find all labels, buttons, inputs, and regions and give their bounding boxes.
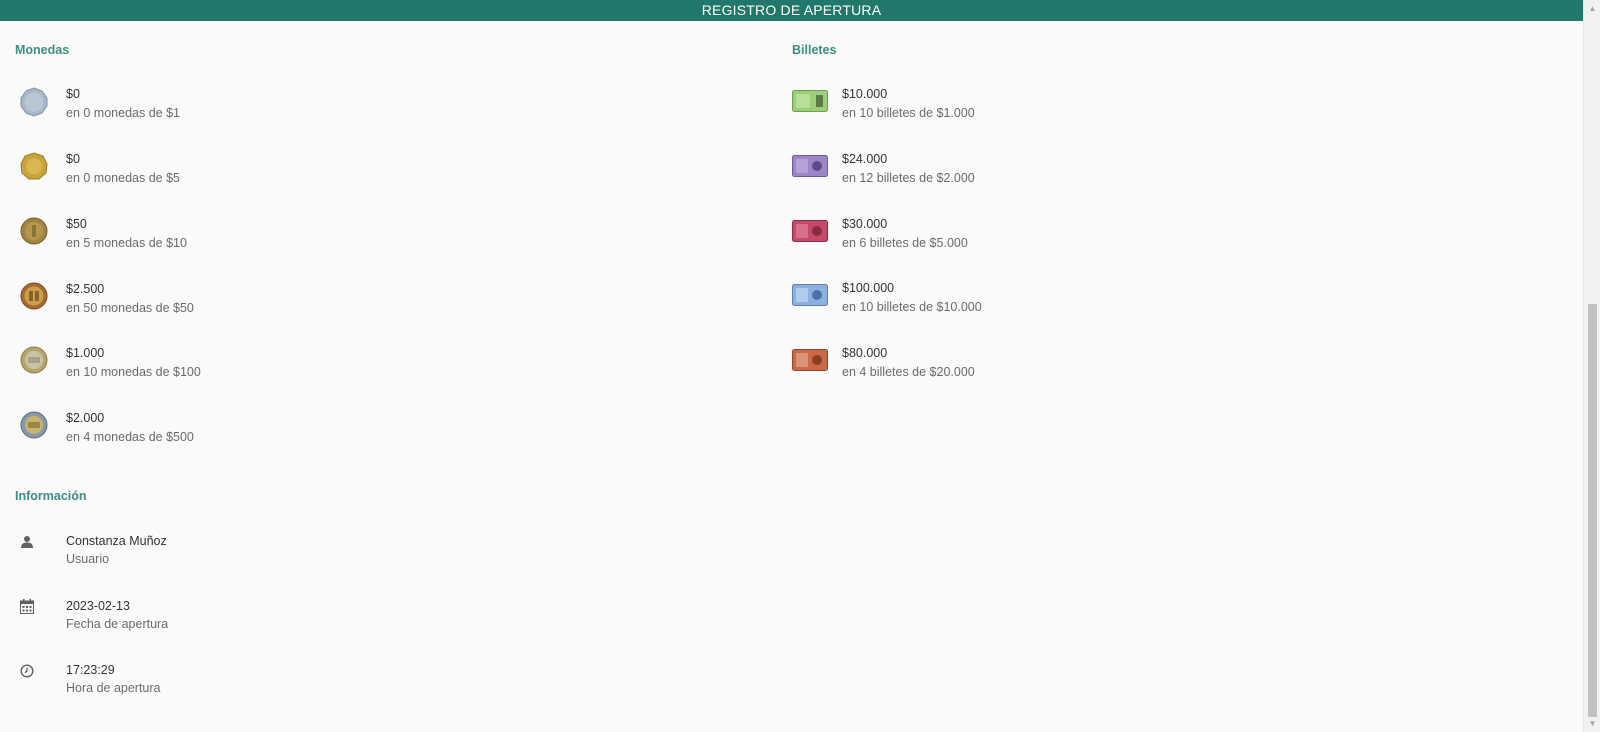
list-item-bill-10000: $100.000 en 10 billetes de $10.000 [792, 281, 1192, 327]
app-window: REGISTRO DE APERTURA Monedas $0 en 0 mon… [0, 0, 1600, 732]
coin-5-amount: $0 [66, 152, 80, 166]
scrollbar-thumb[interactable] [1588, 304, 1597, 717]
bill-5000-detail: en 6 billetes de $5.000 [842, 236, 968, 250]
bill-2000-detail: en 12 billetes de $2.000 [842, 171, 975, 185]
coin-500-amount: $2.000 [66, 411, 105, 425]
coin-5-detail: en 0 monedas de $5 [66, 171, 180, 185]
bill-1000-icon [792, 90, 828, 112]
bill-1000-amount: $10.000 [842, 87, 888, 101]
monedas-title: Monedas [15, 43, 70, 57]
coin-1-amount: $0 [66, 87, 80, 101]
coin-100-amount: $1.000 [66, 346, 105, 360]
coin-10-icon [20, 217, 48, 245]
bill-5000-amount: $30.000 [842, 217, 888, 231]
bill-10000-amount: $100.000 [842, 281, 895, 295]
fecha-value: 2023-02-13 [66, 599, 130, 613]
coin-5-icon [20, 152, 48, 180]
bill-10000-detail: en 10 billetes de $10.000 [842, 300, 982, 314]
info-item-hora: 17:23:29 Hora de apertura [20, 663, 420, 709]
list-item-coin-50: $2.500 en 50 monedas de $50 [20, 282, 420, 328]
usuario-label: Usuario [66, 552, 110, 566]
coin-100-icon [20, 346, 48, 374]
scroll-down-icon[interactable]: ▼ [1584, 715, 1600, 732]
coin-50-amount: $2.500 [66, 282, 105, 296]
list-item-coin-5: $0 en 0 monedas de $5 [20, 152, 420, 198]
bill-2000-amount: $24.000 [842, 152, 888, 166]
user-icon [21, 536, 33, 548]
coin-50-icon [20, 282, 48, 310]
list-item-coin-500: $2.000 en 4 monedas de $500 [20, 411, 420, 457]
coin-100-detail: en 10 monedas de $100 [66, 365, 201, 379]
scroll-up-icon[interactable]: ▲ [1584, 0, 1600, 17]
usuario-value: Constanza Muñoz [66, 534, 167, 548]
calendar-icon [20, 599, 34, 614]
info-item-usuario: Constanza Muñoz Usuario [20, 534, 420, 580]
vertical-scrollbar[interactable]: ▲ ▼ [1583, 0, 1600, 732]
coin-1-icon [20, 87, 48, 117]
page-title: REGISTRO DE APERTURA [0, 0, 1583, 21]
hora-label: Hora de apertura [66, 681, 161, 695]
coin-50-detail: en 50 monedas de $50 [66, 301, 194, 315]
list-item-bill-2000: $24.000 en 12 billetes de $2.000 [792, 152, 1192, 198]
list-item-coin-1: $0 en 0 monedas de $1 [20, 87, 420, 133]
info-item-fecha: 2023-02-13 Fecha de apertura [20, 599, 420, 645]
coin-500-icon [20, 411, 48, 439]
bill-1000-detail: en 10 billetes de $1.000 [842, 106, 975, 120]
fecha-label: Fecha de apertura [66, 617, 169, 631]
billetes-title: Billetes [792, 43, 837, 57]
bill-5000-icon [792, 220, 828, 242]
bill-20000-icon [792, 349, 828, 371]
list-item-coin-10: $50 en 5 monedas de $10 [20, 217, 420, 263]
coin-10-detail: en 5 monedas de $10 [66, 236, 187, 250]
hora-value: 17:23:29 [66, 663, 115, 677]
main-content: REGISTRO DE APERTURA Monedas $0 en 0 mon… [0, 0, 1583, 732]
informacion-title: Información [15, 489, 87, 503]
coin-1-detail: en 0 monedas de $1 [66, 106, 180, 120]
clock-icon [20, 664, 34, 678]
list-item-bill-20000: $80.000 en 4 billetes de $20.000 [792, 346, 1192, 392]
coin-500-detail: en 4 monedas de $500 [66, 430, 194, 444]
list-item-bill-1000: $10.000 en 10 billetes de $1.000 [792, 87, 1192, 133]
coin-10-amount: $50 [66, 217, 87, 231]
bill-2000-icon [792, 155, 828, 177]
bill-20000-amount: $80.000 [842, 346, 888, 360]
list-item-bill-5000: $30.000 en 6 billetes de $5.000 [792, 217, 1192, 263]
bill-10000-icon [792, 284, 828, 306]
list-item-coin-100: $1.000 en 10 monedas de $100 [20, 346, 420, 392]
bill-20000-detail: en 4 billetes de $20.000 [842, 365, 975, 379]
